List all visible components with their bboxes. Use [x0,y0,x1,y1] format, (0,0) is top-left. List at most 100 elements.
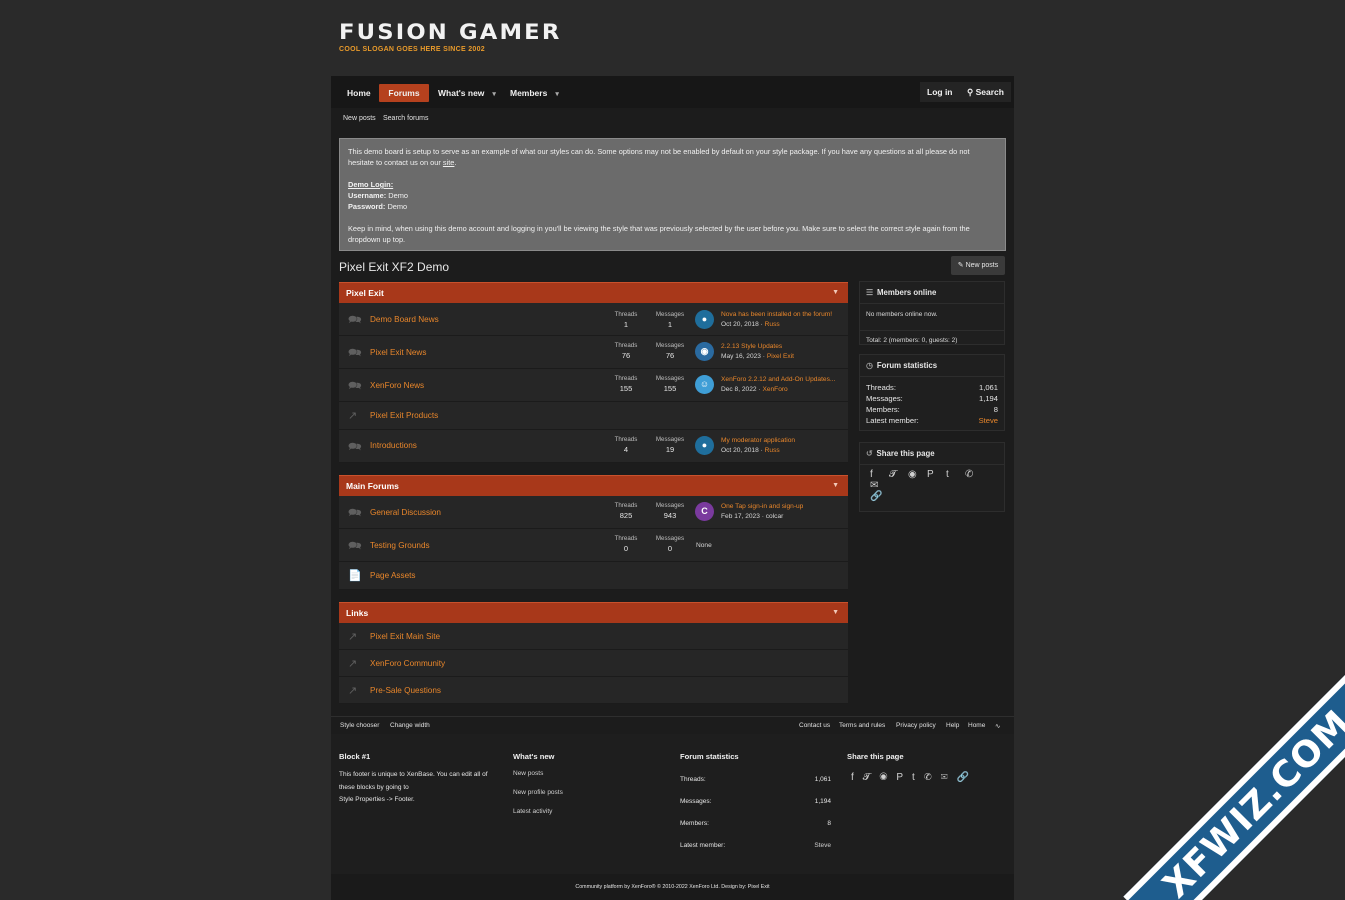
forum-node: 🗪 Introductions Threads 4 Messages 19 ● My… [339,430,848,463]
tumblr-icon[interactable]: t [946,469,965,480]
site-logo[interactable]: FUSION GAMER COOL SLOGAN GOES HERE SINCE… [339,22,559,54]
change-width-link[interactable]: Change width [390,722,430,729]
forum-title-link[interactable]: General Discussion [370,508,441,517]
category-header[interactable]: Main Forums ▼ [339,475,848,496]
footer-share-icons: f𝓣◉Pt✆✉🔗 [851,772,978,783]
privacy-link[interactable]: Privacy policy [896,722,936,729]
facebook-icon[interactable]: f [870,469,889,480]
tab-whats-new[interactable]: What's new ▾ [430,84,504,102]
login-button[interactable]: Log in [920,82,960,102]
footer-latest-member-link[interactable]: Steve [791,842,831,849]
notice-site-link[interactable]: site [443,158,455,167]
chevron-down-icon[interactable]: ▾ [555,91,559,98]
collapse-icon[interactable]: ▼ [832,603,839,623]
subnav-search-forums[interactable]: Search forums [383,115,429,122]
twitter-icon[interactable]: 𝓣 [889,469,908,480]
last-post-user[interactable]: Pixel Exit [767,353,794,360]
members-online-header[interactable]: ☰ Members online [860,282,1004,304]
style-chooser-link[interactable]: Style chooser [340,722,379,729]
threads-label: Threads [614,375,638,382]
tab-home[interactable]: Home [339,84,379,102]
last-post-user[interactable]: colcar [766,513,784,520]
notice-line3: Keep in mind, when using this demo accou… [348,224,970,244]
new-posts-button[interactable]: ✎ New posts [951,256,1005,275]
page-wrapper: FUSION GAMER COOL SLOGAN GOES HERE SINCE… [331,0,1014,900]
messages-value: 0 [667,544,673,553]
stat-value: 1,061 [978,383,998,392]
forum-title-link[interactable]: Pixel Exit News [370,348,426,357]
link-icon[interactable]: 🔗 [957,772,978,783]
reddit-icon[interactable]: ◉ [908,469,927,480]
main-container: Home Forums What's new ▾ Members ▾ Log in … [331,76,1014,716]
stat-row: Members: 8 [860,404,1004,415]
search-button[interactable]: ⚲ Search [960,82,1011,102]
chevron-down-icon[interactable]: ▾ [492,91,496,98]
whatsapp-icon[interactable]: ✆ [965,469,984,480]
last-post-title[interactable]: My moderator application [721,437,795,444]
category-header[interactable]: Links ▼ [339,602,848,623]
tab-forums[interactable]: Forums [379,84,429,102]
latest-member-link[interactable]: Steve [979,415,998,426]
last-post-date: Feb 17, 2023 [721,513,760,520]
last-post-title[interactable]: 2.2.13 Style Updates [721,343,782,350]
last-post-user[interactable]: Russ [765,321,780,328]
pinterest-icon[interactable]: P [896,772,912,783]
forum-title-link[interactable]: XenForo News [370,381,424,390]
whatsapp-icon[interactable]: ✆ [924,772,941,783]
reddit-icon[interactable]: ◉ [879,772,896,783]
category-header[interactable]: Pixel Exit ▼ [339,282,848,303]
last-post-date: May 16, 2023 [721,353,761,360]
collapse-icon[interactable]: ▼ [832,283,839,303]
footer-latest-activity-link[interactable]: Latest activity [513,808,552,815]
forum-title-link[interactable]: Page Assets [370,571,416,580]
avatar[interactable]: ● [695,436,714,455]
forum-title-link[interactable]: Testing Grounds [370,541,430,550]
email-icon[interactable]: ✉ [941,772,957,783]
tab-members[interactable]: Members ▾ [502,84,567,102]
footer-new-profile-posts-link[interactable]: New profile posts [513,789,563,796]
notice-period: . [454,158,457,167]
avatar[interactable]: ☺ [695,375,714,394]
forum-title-link[interactable]: XenForo Community [370,659,445,668]
help-link[interactable]: Help [946,722,959,729]
twitter-icon[interactable]: 𝓣 [863,772,880,783]
link-icon[interactable]: 🔗 [870,491,889,502]
forum-node: 🗪 XenForo News Threads 155 Messages 155 ☺ … [339,369,848,402]
last-post-title[interactable]: One Tap sign-in and sign-up [721,503,803,510]
avatar[interactable]: ● [695,310,714,329]
home-link[interactable]: Home [968,722,985,729]
terms-link[interactable]: Terms and rules [839,722,885,729]
last-post-title[interactable]: Nova has been installed on the forum! [721,311,832,318]
share-header[interactable]: ↺ Share this page [860,443,1004,465]
email-icon[interactable]: ✉ [870,480,889,491]
forum-title-link[interactable]: Demo Board News [370,315,439,324]
messages-stat: Messages 155 [650,375,690,393]
forum-title-link[interactable]: Introductions [370,441,417,450]
contact-link[interactable]: Contact us [799,722,830,729]
avatar[interactable]: C [695,502,714,521]
external-link-icon: ↗ [348,631,358,643]
forum-title-link[interactable]: Pixel Exit Main Site [370,632,440,641]
threads-stat: Threads 0 [606,535,646,553]
pinterest-icon[interactable]: P [927,469,946,480]
tumblr-icon[interactable]: t [912,772,924,783]
subnav-new-posts[interactable]: New posts [343,115,376,122]
last-post-user[interactable]: XenForo [762,386,787,393]
forum-title-link[interactable]: Pixel Exit Products [370,411,438,420]
forum-stats-header[interactable]: ◷ Forum statistics [860,355,1004,377]
facebook-icon[interactable]: f [851,772,863,783]
footer-whats-new-title: What's new [513,752,555,761]
footer-new-posts-link[interactable]: New posts [513,770,543,777]
rss-icon[interactable]: ∿ [995,722,1000,730]
last-post-title[interactable]: XenForo 2.2.12 and Add-On Updates... [721,376,835,383]
collapse-icon[interactable]: ▼ [832,476,839,496]
last-post-user[interactable]: Russ [765,447,780,454]
messages-value: 1 [667,320,673,329]
stat-label: Threads: [866,383,896,392]
footer-share-title: Share this page [847,752,904,761]
search-label: Search [975,87,1004,97]
forum-title-link[interactable]: Pre-Sale Questions [370,686,441,695]
share-widget: ↺ Share this page f 𝓣 ◉ Pt ✆ ✉ 🔗 [859,442,1005,512]
footer-block1-line1: This footer is unique to XenBase. You ca… [339,771,488,778]
avatar[interactable]: ◉ [695,342,714,361]
